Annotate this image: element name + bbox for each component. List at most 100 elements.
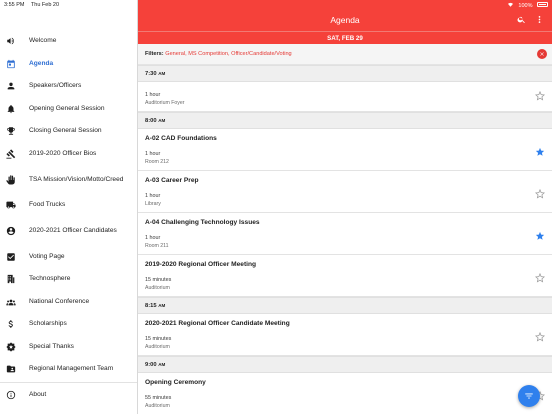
date-bar[interactable]: SAT, FEB 29 <box>138 31 552 44</box>
status-bar: 3:55 PM Thu Feb 20 100% <box>0 0 552 9</box>
search-icon[interactable] <box>516 14 527 25</box>
clear-filter-button[interactable] <box>537 49 547 59</box>
sidebar-item-label: Opening General Session <box>29 104 105 112</box>
sidebar-item-national-conference[interactable]: National Conference <box>0 291 137 314</box>
sidebar-item-label: Scholarships <box>29 320 67 328</box>
session-room: Auditorium <box>145 344 170 350</box>
time-header: 8:00 AM <box>138 112 552 129</box>
sidebar-item-label: About <box>29 390 47 398</box>
session-row[interactable]: 1 hour Auditorium Foyer <box>138 82 552 112</box>
filter-label: Filters: <box>145 51 164 57</box>
session-duration: 1 hour <box>145 92 161 98</box>
sidebar-item-special-thanks[interactable]: Special Thanks <box>0 336 137 359</box>
megaphone-icon <box>5 36 16 47</box>
status-date: Thu Feb 20 <box>30 1 60 8</box>
time-header: 8:15 AM <box>138 297 552 314</box>
time-label: 7:30 <box>145 71 157 77</box>
session-row[interactable]: A-04 Challenging Technology Issues 1 hour… <box>138 213 552 255</box>
sidebar-item-label: TSA Mission/Vision/Motto/Creed <box>29 175 124 183</box>
sidebar-item-label: Food Trucks <box>29 201 66 209</box>
wifi-icon <box>507 2 513 7</box>
filter-fab-button[interactable] <box>518 385 540 407</box>
sidebar-item-label: Regional Management Team <box>29 365 114 373</box>
star-outline-icon[interactable] <box>534 329 546 342</box>
time-label: 9:00 <box>145 362 157 368</box>
session-row[interactable]: 2019-2020 Regional Officer Meeting 15 min… <box>138 255 552 297</box>
sidebar-item-label: Technosphere <box>29 275 71 283</box>
time-header: 9:00 AM <box>138 356 552 373</box>
sidebar: Welcome Agenda Speakers/Officers Opening Ge… <box>0 0 138 414</box>
sidebar-item-label: 2019-2020 Officer Bios <box>29 149 97 157</box>
sidebar-item-2020-2021-officer-candidates[interactable]: 2020-2021 Officer Candidates <box>0 217 137 246</box>
sidebar-item-label: Closing General Session <box>29 127 102 135</box>
session-duration: 1 hour <box>145 235 161 241</box>
sidebar-item-agenda[interactable]: Agenda <box>0 53 137 76</box>
hand-icon <box>5 174 16 185</box>
session-room: Auditorium Foyer <box>145 100 185 106</box>
star-outline-icon[interactable] <box>534 186 546 199</box>
sidebar-item-label: Voting Page <box>29 252 65 260</box>
battery-percent: 100% <box>518 2 533 9</box>
session-row[interactable]: A-03 Career Prep 1 hour Library <box>138 171 552 213</box>
person-icon <box>5 81 16 92</box>
checkbox-icon <box>5 251 16 262</box>
bell-icon <box>5 103 16 114</box>
sidebar-item-label: National Conference <box>29 297 90 305</box>
truck-icon <box>5 200 16 211</box>
agenda-list: 7:30 AM 1 hour Auditorium Foyer 8:00 AM A-02… <box>138 65 552 414</box>
badge-star-icon <box>5 341 16 352</box>
more-vert-icon[interactable] <box>534 14 545 25</box>
filter-values: General, MS Competition, Officer/Candida… <box>165 51 292 57</box>
session-title: A-03 Career Prep <box>145 177 199 184</box>
status-time: 3:55 PM <box>4 1 25 8</box>
sidebar-item-regional-management-team[interactable]: Regional Management Team <box>0 358 137 381</box>
session-duration: 15 minutes <box>145 336 172 342</box>
session-duration: 1 hour <box>145 151 161 157</box>
session-room: Room 211 <box>145 243 169 249</box>
sidebar-divider <box>0 381 137 383</box>
dollar-icon <box>5 319 16 330</box>
session-title: Opening Ceremony <box>145 379 206 386</box>
session-row[interactable]: 2020-2021 Regional Officer Candidate Mee… <box>138 314 552 356</box>
main-panel: Agenda SAT, FEB 29 Filters: General, MS … <box>138 0 552 414</box>
sidebar-item-scholarships[interactable]: Scholarships <box>0 313 137 336</box>
session-row[interactable]: A-02 CAD Foundations 1 hour Room 212 <box>138 129 552 171</box>
filter-list-icon <box>525 393 533 399</box>
sidebar-item-label: Speakers/Officers <box>29 82 82 90</box>
building-icon <box>5 274 16 285</box>
session-room: Room 212 <box>145 159 169 165</box>
session-title: 2019-2020 Regional Officer Meeting <box>145 261 257 268</box>
star-filled-icon[interactable] <box>535 144 546 156</box>
sidebar-item-2019-2020-officer-bios[interactable]: 2019-2020 Officer Bios <box>0 143 137 166</box>
sidebar-item-welcome[interactable]: Welcome <box>0 30 137 53</box>
star-outline-icon[interactable] <box>534 88 546 101</box>
filter-text: Filters: General, MS Competition, Office… <box>145 51 292 57</box>
gavel-icon <box>5 148 16 159</box>
session-row[interactable]: Opening Ceremony 55 minutes Auditorium <box>138 373 552 414</box>
info-icon <box>5 389 16 400</box>
date-label: SAT, FEB 29 <box>327 35 363 42</box>
sidebar-item-technosphere[interactable]: Technosphere <box>0 268 137 291</box>
sidebar-item-speakers-officers[interactable]: Speakers/Officers <box>0 75 137 98</box>
sidebar-item-opening-general-session[interactable]: Opening General Session <box>0 98 137 121</box>
sidebar-nav: Welcome Agenda Speakers/Officers Opening Ge… <box>0 30 137 407</box>
star-filled-icon[interactable] <box>535 228 546 240</box>
folder-person-icon <box>5 364 16 375</box>
session-duration: 15 minutes <box>145 277 172 283</box>
session-title: A-02 CAD Foundations <box>145 135 217 142</box>
sidebar-item-voting-page[interactable]: Voting Page <box>0 246 137 269</box>
sidebar-item-closing-general-session[interactable]: Closing General Session <box>0 120 137 143</box>
session-title: A-04 Challenging Technology Issues <box>145 219 260 226</box>
sidebar-item-tsa-mission-vision-motto-creed[interactable]: TSA Mission/Vision/Motto/Creed <box>0 165 137 194</box>
session-room: Auditorium <box>145 403 170 409</box>
trophy-icon <box>5 126 16 137</box>
session-duration: 1 hour <box>145 193 161 199</box>
session-title: 2020-2021 Regional Officer Candidate Mee… <box>145 320 290 327</box>
sidebar-item-food-trucks[interactable]: Food Trucks <box>0 194 137 217</box>
star-outline-icon[interactable] <box>534 270 546 283</box>
group-icon <box>5 296 16 307</box>
sidebar-item-label: Agenda <box>29 59 54 67</box>
page-title: Agenda <box>330 15 360 25</box>
session-room: Library <box>145 201 161 207</box>
sidebar-item-about[interactable]: About <box>0 384 137 407</box>
